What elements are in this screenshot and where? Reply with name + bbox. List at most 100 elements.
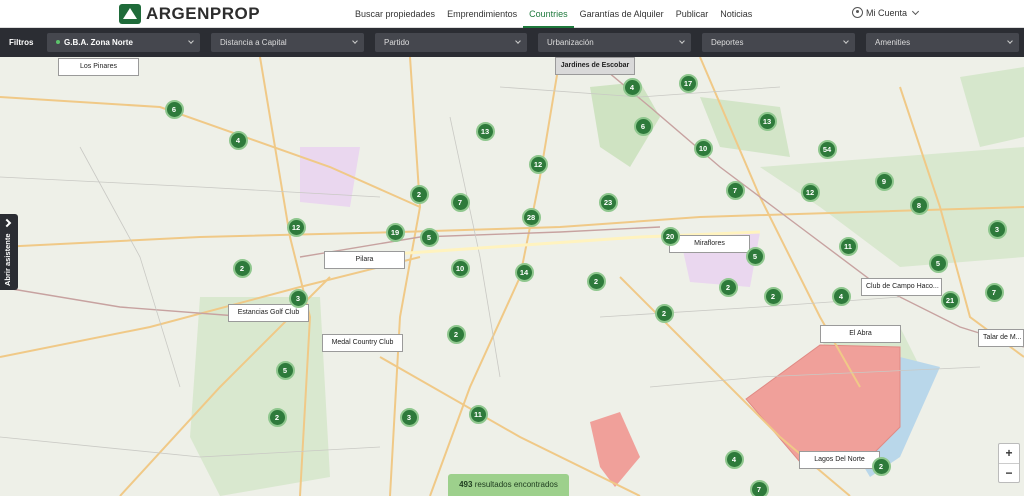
account-menu[interactable]: Mi Cuenta [852,7,920,18]
partido-select[interactable]: Partido [375,33,527,52]
place-label-lagos-del-norte[interactable]: Lagos Del Norte [799,451,880,469]
map-cluster-marker[interactable]: 4 [831,286,851,306]
map-cluster-marker[interactable]: 12 [800,182,820,202]
map-cluster-marker[interactable]: 2 [763,286,783,306]
map-cluster-marker[interactable]: 7 [450,192,470,212]
map-cluster-marker[interactable]: 7 [749,479,769,496]
urbanizacion-select-value: Urbanización [547,38,594,47]
deportes-select[interactable]: Deportes [702,33,855,52]
chevron-down-icon [352,38,358,44]
map-cluster-marker[interactable]: 2 [718,277,738,297]
chevron-down-icon [679,38,685,44]
map-cluster-marker[interactable]: 8 [909,195,929,215]
map-cluster-marker[interactable]: 5 [275,360,295,380]
map-view[interactable]: Los Pinares Jardines de Escobar Miraflor… [0,57,1024,496]
map-cluster-marker[interactable]: 19 [385,222,405,242]
map-cluster-marker[interactable]: 9 [874,171,894,191]
place-label-medal-country-club[interactable]: Medal Country Club [322,334,403,352]
map-cluster-marker[interactable]: 5 [419,227,439,247]
place-label-miraflores[interactable]: Miraflores [669,235,750,253]
map-cluster-marker[interactable]: 7 [984,282,1004,302]
results-count: 493 [459,480,473,489]
map-cluster-marker[interactable]: 54 [817,139,837,159]
map-cluster-marker[interactable]: 2 [586,271,606,291]
nav-emprendimientos[interactable]: Emprendimientos [441,0,523,28]
map-cluster-marker[interactable]: 14 [514,262,534,282]
place-label-pilara[interactable]: Pilara [324,251,405,269]
chevron-down-icon [515,38,521,44]
distance-select[interactable]: Distancia a Capital [211,33,364,52]
nav-countries[interactable]: Countries [523,0,574,28]
map-cluster-marker[interactable]: 4 [622,77,642,97]
deportes-select-value: Deportes [711,38,744,47]
nav-noticias[interactable]: Noticias [714,0,758,28]
top-header: ARGENPROP Buscar propiedades Emprendimie… [0,0,1024,28]
map-cluster-marker[interactable]: 11 [468,404,488,424]
map-cluster-marker[interactable]: 2 [446,324,466,344]
account-label: Mi Cuenta [866,7,908,18]
urbanizacion-select[interactable]: Urbanización [538,33,691,52]
map-cluster-marker[interactable]: 4 [228,130,248,150]
map-cluster-marker[interactable]: 13 [757,111,777,131]
map-cluster-marker[interactable]: 10 [450,258,470,278]
chevron-right-icon [2,218,12,228]
argenprop-logo[interactable]: ARGENPROP [119,3,260,25]
map-cluster-marker[interactable]: 20 [660,226,680,246]
map-cluster-marker[interactable]: 3 [987,219,1007,239]
map-cluster-marker[interactable]: 7 [725,180,745,200]
results-count-bar: 493 resultados encontrados [448,474,569,496]
user-icon [852,7,863,18]
map-cluster-marker[interactable]: 2 [409,184,429,204]
place-label-los-pinares[interactable]: Los Pinares [58,58,139,76]
chevron-down-icon [843,38,849,44]
map-cluster-marker[interactable]: 12 [528,154,548,174]
results-text: resultados encontrados [474,480,558,489]
map-cluster-marker[interactable]: 12 [286,217,306,237]
map-cluster-marker[interactable]: 6 [164,99,184,119]
map-cluster-marker[interactable]: 3 [399,407,419,427]
map-cluster-marker[interactable]: 2 [654,303,674,323]
map-cluster-marker[interactable]: 4 [724,449,744,469]
map-cluster-marker[interactable]: 11 [838,236,858,256]
nav-buscar-propiedades[interactable]: Buscar propiedades [349,0,441,28]
filter-bar: Filtros G.B.A. Zona Norte Distancia a Ca… [0,28,1024,57]
place-label-club-de-campo-haco[interactable]: Club de Campo Haco... [861,278,942,296]
zone-select[interactable]: G.B.A. Zona Norte [47,33,200,52]
map-cluster-marker[interactable]: 17 [678,73,698,93]
nav-publicar[interactable]: Publicar [670,0,715,28]
place-label-talar-de-m[interactable]: Talar de M... [978,329,1024,347]
active-dot-icon [56,40,60,44]
map-cluster-marker[interactable]: 6 [633,116,653,136]
nav-garantias-alquiler[interactable]: Garantías de Alquiler [574,0,670,28]
map-cluster-marker[interactable]: 2 [232,258,252,278]
main-nav: Buscar propiedades Emprendimientos Count… [349,0,758,28]
map-background [0,57,1024,496]
open-assistant-label: Abrir asistente [3,233,12,286]
chevron-down-icon [911,7,920,15]
chevron-down-icon [1007,38,1013,44]
map-cluster-marker[interactable]: 10 [693,138,713,158]
zoom-out-button[interactable]: − [999,463,1019,482]
distance-select-value: Distancia a Capital [220,38,287,47]
filters-label: Filtros [9,38,34,47]
zoom-in-button[interactable]: + [999,444,1019,463]
logo-house-icon [119,4,141,24]
map-cluster-marker[interactable]: 28 [521,207,541,227]
place-label-el-abra[interactable]: El Abra [820,325,901,343]
map-cluster-marker[interactable]: 21 [940,290,960,310]
map-cluster-marker[interactable]: 13 [475,121,495,141]
map-cluster-marker[interactable]: 2 [871,456,891,476]
place-label-jardines-de-escobar[interactable]: Jardines de Escobar [555,57,635,75]
map-cluster-marker[interactable]: 2 [267,407,287,427]
amenities-select-value: Amenities [875,38,911,47]
amenities-select[interactable]: Amenities [866,33,1019,52]
logo-text: ARGENPROP [146,4,261,23]
map-cluster-marker[interactable]: 23 [598,192,618,212]
map-cluster-marker[interactable]: 5 [928,253,948,273]
chevron-down-icon [188,38,194,44]
map-cluster-marker[interactable]: 3 [288,288,308,308]
map-cluster-marker[interactable]: 5 [745,246,765,266]
open-assistant-tab[interactable]: Abrir asistente [0,214,18,290]
zoom-control: + − [998,443,1020,483]
partido-select-value: Partido [384,38,410,47]
